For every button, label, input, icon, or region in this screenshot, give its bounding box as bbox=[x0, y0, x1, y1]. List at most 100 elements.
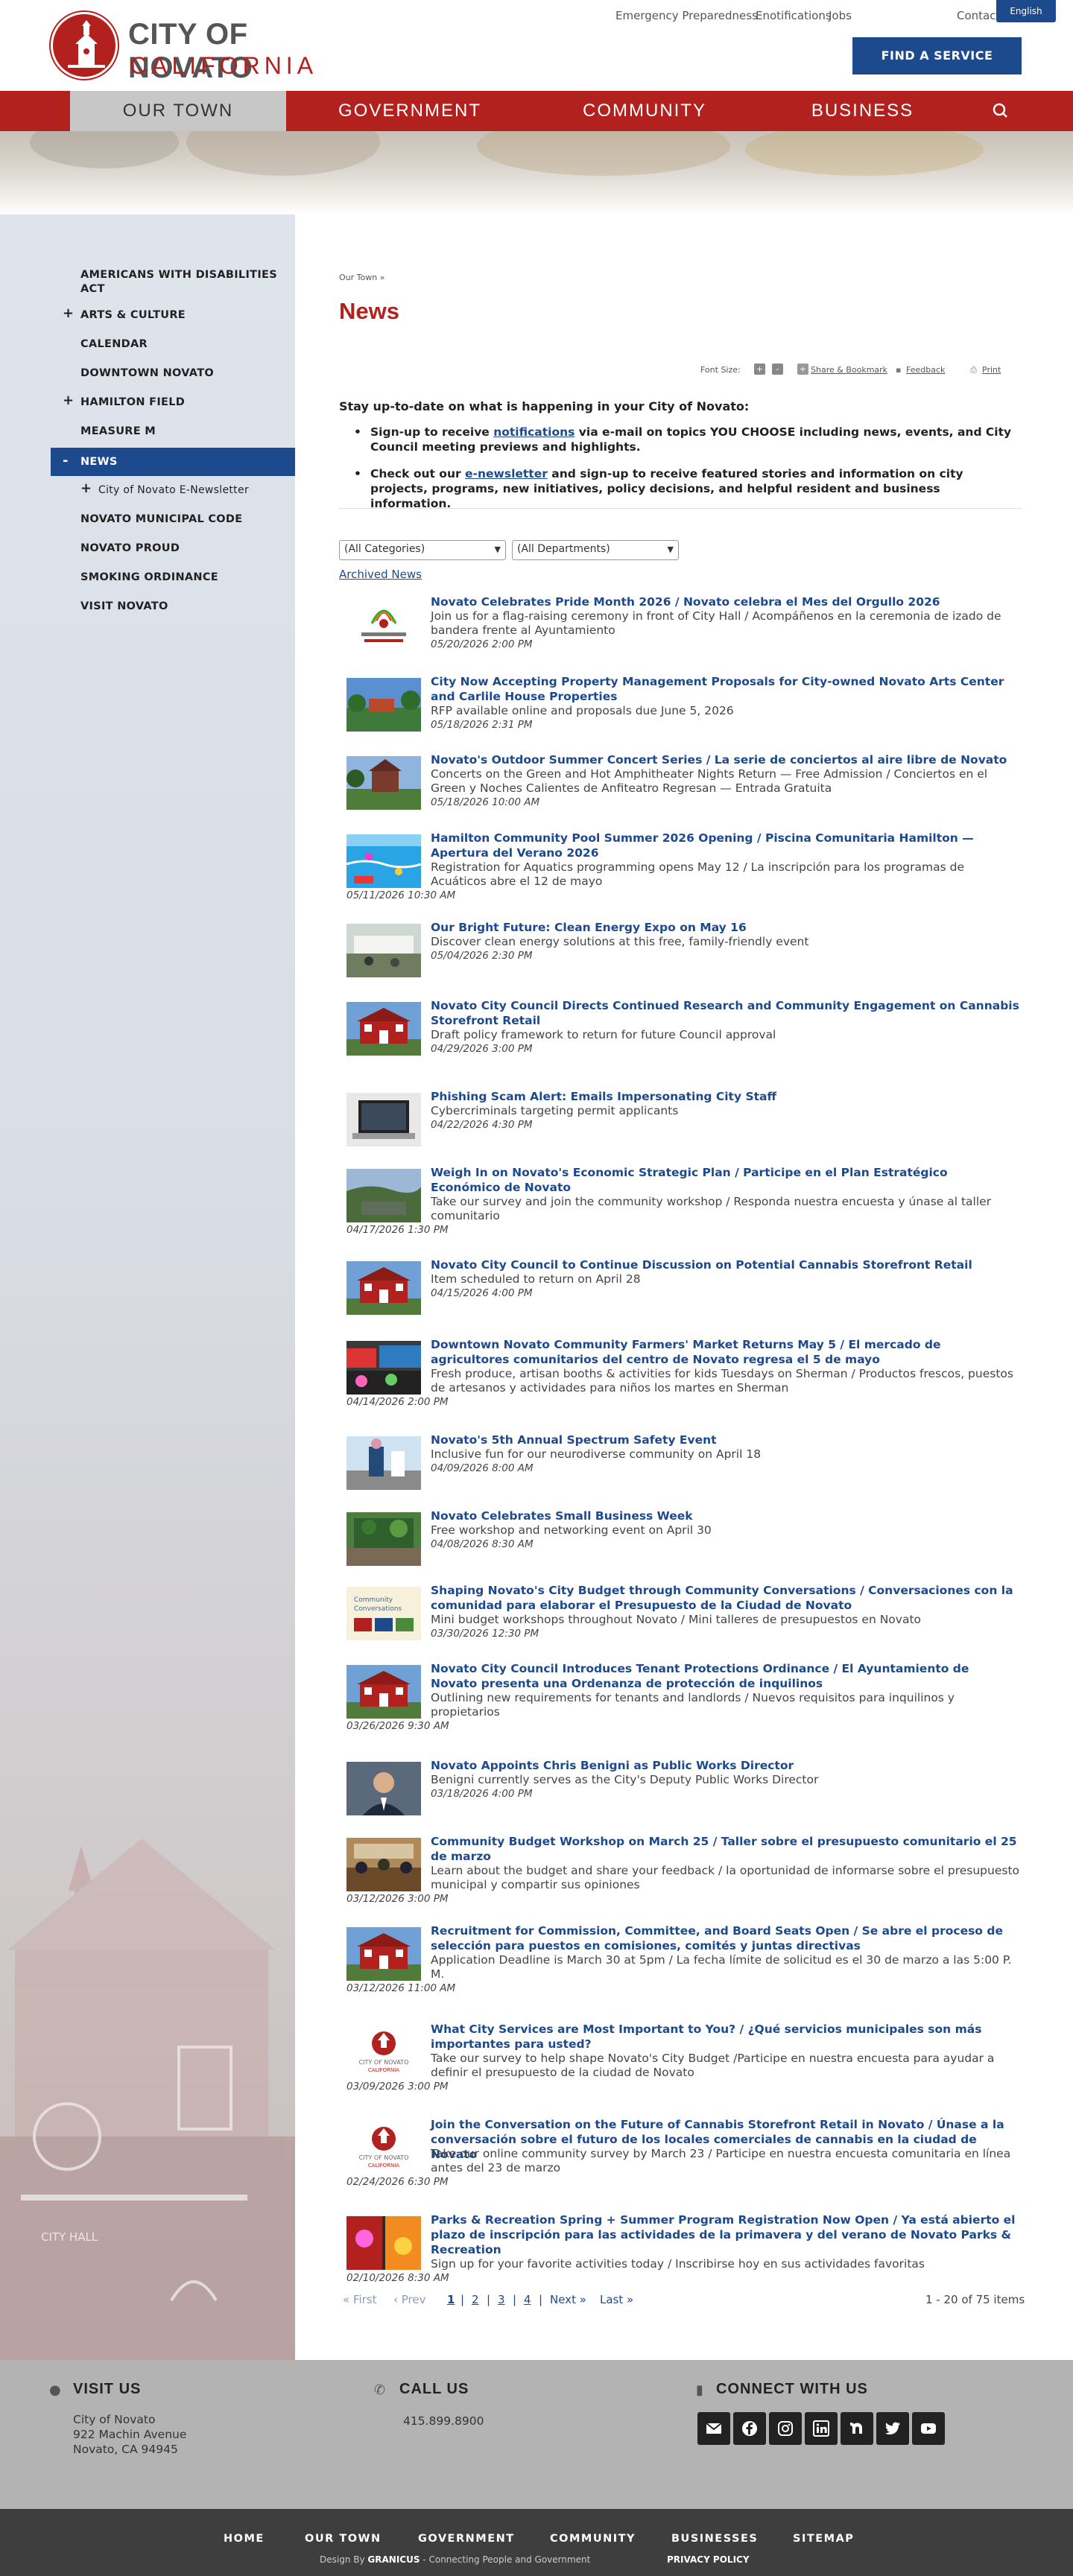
utility-link-enotifications[interactable]: Enotifications bbox=[756, 9, 832, 22]
news-thumbnail[interactable] bbox=[346, 1838, 421, 1891]
footer-link-government[interactable]: GOVERNMENT bbox=[418, 2533, 515, 2545]
utility-link-contact[interactable]: Contact bbox=[957, 9, 1000, 22]
footer-link-home[interactable]: HOME bbox=[224, 2533, 265, 2545]
sidebar-item-municipal-code[interactable]: NOVATO MUNICIPAL CODE bbox=[51, 511, 295, 529]
youtube-icon[interactable] bbox=[912, 2412, 945, 2445]
news-thumbnail[interactable] bbox=[346, 1002, 421, 1056]
news-title-link[interactable]: Novato City Council to Continue Discussi… bbox=[431, 1257, 1019, 1272]
news-title-link[interactable]: Parks & Recreation Spring + Summer Progr… bbox=[431, 2212, 1019, 2257]
phone-number[interactable]: 415.899.8900 bbox=[403, 2414, 484, 2429]
sidebar-item-e-newsletter[interactable]: + City of Novato E-Newsletter bbox=[51, 482, 295, 500]
expand-plus-icon[interactable]: + bbox=[63, 307, 74, 320]
pager-last[interactable]: Last » bbox=[600, 2293, 633, 2306]
expand-plus-icon[interactable]: + bbox=[63, 394, 74, 407]
news-title-link[interactable]: City Now Accepting Property Management P… bbox=[431, 674, 1019, 704]
utility-link-emergency[interactable]: Emergency Preparedness bbox=[615, 9, 758, 22]
find-a-service-button[interactable]: FIND A SERVICE bbox=[852, 37, 1022, 74]
sidebar-item-smoking-ordinance[interactable]: SMOKING ORDINANCE bbox=[51, 569, 295, 587]
news-thumbnail[interactable] bbox=[346, 834, 421, 888]
news-title-link[interactable]: Novato Celebrates Small Business Week bbox=[431, 1509, 1019, 1523]
news-thumbnail[interactable] bbox=[346, 1665, 421, 1719]
news-title-link[interactable]: Our Bright Future: Clean Energy Expo on … bbox=[431, 920, 1019, 935]
news-thumbnail[interactable] bbox=[346, 598, 421, 652]
font-decrease-button[interactable]: - bbox=[772, 364, 783, 375]
news-thumbnail[interactable] bbox=[346, 1436, 421, 1490]
category-select[interactable]: (All Categories) ▼ bbox=[339, 540, 506, 560]
language-button[interactable]: English bbox=[996, 0, 1056, 22]
nav-government[interactable]: GOVERNMENT bbox=[298, 91, 522, 131]
pager-page-1[interactable]: 1 bbox=[447, 2293, 455, 2306]
print-link[interactable]: Print bbox=[982, 365, 1001, 375]
news-title-link[interactable]: Phishing Scam Alert: Emails Impersonatin… bbox=[431, 1089, 1019, 1104]
news-thumbnail[interactable] bbox=[346, 1927, 421, 1981]
news-title-link[interactable]: Novato's Outdoor Summer Concert Series /… bbox=[431, 752, 1019, 767]
sidebar-item-hamilton-field[interactable]: + HAMILTON FIELD bbox=[51, 394, 295, 412]
share-icon[interactable]: + bbox=[797, 364, 808, 375]
sidebar-item-visit-novato[interactable]: VISIT NOVATO bbox=[51, 598, 295, 616]
pager-page-2[interactable]: 2 bbox=[472, 2293, 479, 2306]
news-thumbnail[interactable] bbox=[346, 1169, 421, 1222]
footer-link-sitemap[interactable]: SITEMAP bbox=[793, 2533, 854, 2545]
e-newsletter-link[interactable]: e-newsletter bbox=[465, 467, 548, 480]
collapse-minus-icon[interactable]: - bbox=[63, 454, 69, 468]
news-title-link[interactable]: Shaping Novato's City Budget through Com… bbox=[431, 1583, 1019, 1613]
news-title-link[interactable]: Downtown Novato Community Farmers' Marke… bbox=[431, 1337, 1019, 1367]
feedback-link[interactable]: Feedback bbox=[906, 365, 945, 375]
news-title-link[interactable]: Weigh In on Novato's Economic Strategic … bbox=[431, 1165, 1019, 1195]
email-icon[interactable] bbox=[697, 2412, 730, 2445]
sidebar-item-novato-proud[interactable]: NOVATO PROUD bbox=[51, 540, 295, 558]
news-title-link[interactable]: Recruitment for Commission, Committee, a… bbox=[431, 1923, 1019, 1953]
nav-our-town[interactable]: OUR TOWN bbox=[70, 91, 286, 131]
news-thumbnail[interactable] bbox=[346, 1762, 421, 1815]
news-title-link[interactable]: Novato Celebrates Pride Month 2026 / Nov… bbox=[431, 594, 1019, 609]
news-thumbnail[interactable] bbox=[346, 1093, 421, 1146]
news-title-link[interactable]: What City Services are Most Important to… bbox=[431, 2022, 1019, 2052]
news-title-link[interactable]: Novato City Council Directs Continued Re… bbox=[431, 998, 1019, 1028]
nextdoor-icon[interactable] bbox=[841, 2412, 873, 2445]
twitter-icon[interactable] bbox=[876, 2412, 909, 2445]
nav-community[interactable]: COMMUNITY bbox=[536, 91, 753, 131]
sidebar-item-measure-m[interactable]: MEASURE M bbox=[51, 423, 295, 441]
pager-page-4[interactable]: 4 bbox=[524, 2293, 531, 2306]
sidebar-item-downtown[interactable]: DOWNTOWN NOVATO bbox=[51, 365, 295, 383]
feedback-icon[interactable]: ▪ bbox=[896, 365, 901, 375]
sidebar-item-news[interactable]: - NEWS bbox=[51, 448, 295, 476]
pager-prev[interactable]: ‹ Prev bbox=[393, 2293, 426, 2306]
search-icon[interactable] bbox=[984, 100, 1018, 122]
news-thumbnail[interactable] bbox=[346, 1512, 421, 1566]
news-thumbnail[interactable] bbox=[346, 924, 421, 977]
instagram-icon[interactable] bbox=[769, 2412, 802, 2445]
department-select[interactable]: (All Departments) ▼ bbox=[512, 540, 679, 560]
print-icon[interactable]: ⎙ bbox=[970, 365, 977, 375]
granicus-link[interactable]: GRANICUS bbox=[367, 2554, 420, 2565]
nav-business[interactable]: BUSINESS bbox=[767, 91, 958, 131]
breadcrumb[interactable]: Our Town » bbox=[339, 273, 384, 282]
news-thumbnail[interactable] bbox=[346, 1341, 421, 1395]
expand-plus-icon[interactable]: + bbox=[80, 482, 92, 495]
pager-next[interactable]: Next » bbox=[550, 2293, 586, 2306]
footer-link-businesses[interactable]: BUSINESSES bbox=[671, 2533, 758, 2545]
notifications-link[interactable]: notifications bbox=[493, 425, 575, 439]
sidebar-item-ada[interactable]: AMERICANS WITH DISABILITIES ACT bbox=[51, 267, 295, 296]
news-title-link[interactable]: Novato City Council Introduces Tenant Pr… bbox=[431, 1661, 1019, 1691]
share-bookmark-link[interactable]: Share & Bookmark bbox=[811, 365, 887, 375]
sidebar-item-calendar[interactable]: CALENDAR bbox=[51, 336, 295, 354]
news-title-link[interactable]: Hamilton Community Pool Summer 2026 Open… bbox=[431, 831, 1019, 860]
sidebar-item-arts-culture[interactable]: + ARTS & CULTURE bbox=[51, 307, 295, 325]
footer-link-our-town[interactable]: OUR TOWN bbox=[305, 2533, 382, 2545]
city-logo[interactable]: CITY OF NOVATO CALIFORNIA bbox=[51, 12, 364, 84]
news-thumbnail[interactable]: Community Conversations bbox=[346, 1587, 421, 1640]
news-thumbnail[interactable] bbox=[346, 756, 421, 810]
news-thumbnail[interactable]: CITY OF NOVATO CALIFORNIA bbox=[346, 2121, 421, 2174]
pager-first[interactable]: « First bbox=[343, 2293, 377, 2306]
utility-link-jobs[interactable]: Jobs bbox=[829, 9, 852, 22]
news-thumbnail[interactable] bbox=[346, 678, 421, 732]
linkedin-icon[interactable] bbox=[805, 2412, 838, 2445]
news-thumbnail[interactable]: CITY OF NOVATO CALIFORNIA bbox=[346, 2025, 421, 2079]
news-thumbnail[interactable] bbox=[346, 1261, 421, 1315]
news-title-link[interactable]: Novato's 5th Annual Spectrum Safety Even… bbox=[431, 1433, 1019, 1447]
pager-page-3[interactable]: 3 bbox=[498, 2293, 505, 2306]
privacy-policy-link[interactable]: PRIVACY POLICY bbox=[667, 2554, 750, 2565]
news-title-link[interactable]: Novato Appoints Chris Benigni as Public … bbox=[431, 1758, 1019, 1773]
news-thumbnail[interactable] bbox=[346, 2216, 421, 2270]
